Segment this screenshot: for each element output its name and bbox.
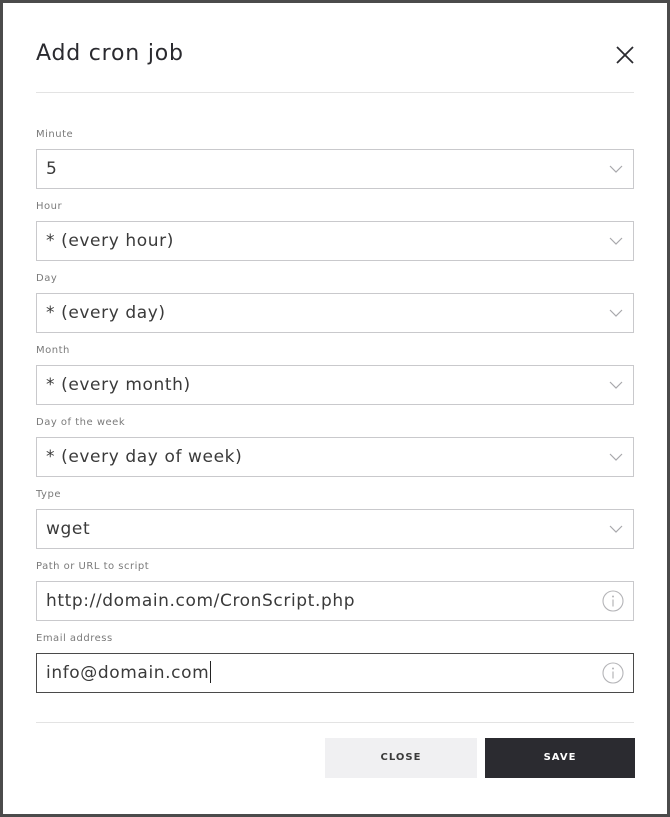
email-value: info@domain.com xyxy=(46,654,212,692)
dialog-title: Add cron job xyxy=(36,41,184,66)
field-label: Day of the week xyxy=(36,417,126,428)
type-value: wget xyxy=(46,519,91,539)
field-label: Minute xyxy=(36,129,74,140)
field-label: Email address xyxy=(36,633,113,644)
email-input[interactable]: info@domain.com xyxy=(36,653,634,693)
chevron-down-icon xyxy=(609,237,623,245)
field-hour: Hour * (every hour) xyxy=(36,201,634,273)
month-value: * (every month) xyxy=(46,375,191,395)
footer-divider xyxy=(36,722,634,723)
chevron-down-icon xyxy=(609,309,623,317)
info-icon[interactable] xyxy=(602,662,624,684)
hour-value: * (every hour) xyxy=(46,231,174,251)
info-icon[interactable] xyxy=(602,590,624,612)
close-icon[interactable] xyxy=(614,44,636,66)
day-of-week-value: * (every day of week) xyxy=(46,447,243,467)
hour-select[interactable]: * (every hour) xyxy=(36,221,634,261)
field-label: Path or URL to script xyxy=(36,561,150,572)
day-value: * (every day) xyxy=(46,303,166,323)
text-cursor xyxy=(210,660,212,683)
minute-value: 5 xyxy=(46,159,58,179)
chevron-down-icon xyxy=(609,453,623,461)
add-cron-job-dialog: Add cron job Minute 5 Hour * (every hour… xyxy=(0,0,670,817)
field-email: Email address info@domain.com xyxy=(36,633,634,705)
email-text: info@domain.com xyxy=(46,663,210,683)
field-label: Day xyxy=(36,273,58,284)
chevron-down-icon xyxy=(609,525,623,533)
field-day: Day * (every day) xyxy=(36,273,634,345)
field-script-path: Path or URL to script http://domain.com/… xyxy=(36,561,634,633)
day-select[interactable]: * (every day) xyxy=(36,293,634,333)
day-of-week-select[interactable]: * (every day of week) xyxy=(36,437,634,477)
field-day-of-week: Day of the week * (every day of week) xyxy=(36,417,634,489)
field-label: Month xyxy=(36,345,70,356)
dialog-header: Add cron job xyxy=(36,3,634,93)
month-select[interactable]: * (every month) xyxy=(36,365,634,405)
type-select[interactable]: wget xyxy=(36,509,634,549)
script-path-input[interactable]: http://domain.com/CronScript.php xyxy=(36,581,634,621)
close-button[interactable]: CLOSE xyxy=(325,738,477,778)
minute-select[interactable]: 5 xyxy=(36,149,634,189)
cron-job-form: Minute 5 Hour * (every hour) Day * (ever… xyxy=(36,129,634,705)
script-path-value: http://domain.com/CronScript.php xyxy=(46,591,356,611)
chevron-down-icon xyxy=(609,381,623,389)
chevron-down-icon xyxy=(609,165,623,173)
field-minute: Minute 5 xyxy=(36,129,634,201)
field-label: Hour xyxy=(36,201,63,212)
field-type: Type wget xyxy=(36,489,634,561)
field-month: Month * (every month) xyxy=(36,345,634,417)
field-label: Type xyxy=(36,489,61,500)
save-button[interactable]: SAVE xyxy=(485,738,635,778)
